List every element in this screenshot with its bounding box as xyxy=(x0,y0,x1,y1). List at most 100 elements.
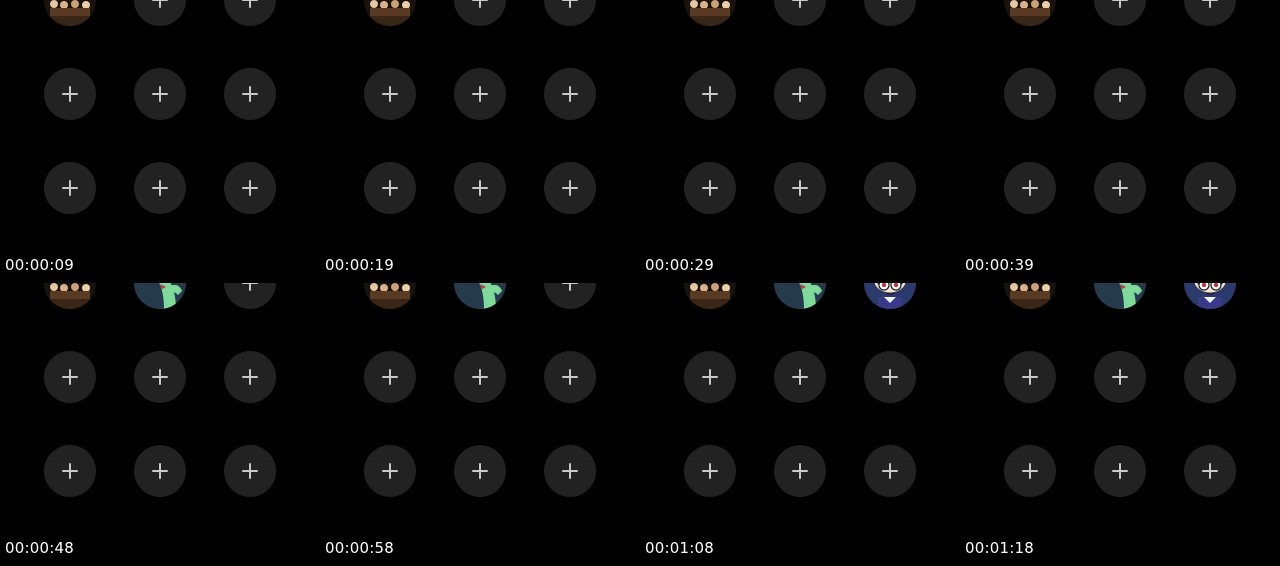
plus-icon xyxy=(1021,462,1039,480)
add-slot-button[interactable] xyxy=(774,351,826,403)
frog-avatar-image xyxy=(134,283,186,309)
add-slot-button[interactable] xyxy=(774,68,826,120)
frog-avatar[interactable] xyxy=(774,283,826,309)
add-slot-button[interactable] xyxy=(864,162,916,214)
add-slot-button[interactable] xyxy=(864,68,916,120)
add-slot-button[interactable] xyxy=(454,351,506,403)
add-slot-button[interactable] xyxy=(224,0,276,26)
party-avatar-image xyxy=(684,283,736,309)
add-slot-button[interactable] xyxy=(44,162,96,214)
plus-icon xyxy=(1201,179,1219,197)
add-slot-button[interactable] xyxy=(544,445,596,497)
add-slot-button[interactable] xyxy=(454,162,506,214)
add-slot-button[interactable] xyxy=(544,351,596,403)
plus-icon xyxy=(561,179,579,197)
add-slot-button[interactable] xyxy=(774,162,826,214)
add-slot-button[interactable] xyxy=(774,0,826,26)
add-slot-button[interactable] xyxy=(1004,162,1056,214)
add-slot-button[interactable] xyxy=(684,351,736,403)
party-avatar-image xyxy=(684,0,736,26)
add-slot-button[interactable] xyxy=(544,0,596,26)
party-avatar-image xyxy=(364,0,416,26)
plus-icon xyxy=(61,368,79,386)
party-avatar[interactable] xyxy=(684,0,736,26)
plus-icon xyxy=(151,368,169,386)
timestamp-label: 00:00:19 xyxy=(325,256,394,274)
add-slot-button[interactable] xyxy=(224,68,276,120)
add-slot-button[interactable] xyxy=(864,0,916,26)
add-slot-button[interactable] xyxy=(864,351,916,403)
add-slot-button[interactable] xyxy=(1184,68,1236,120)
add-slot-button[interactable] xyxy=(44,351,96,403)
plus-icon xyxy=(241,0,259,9)
party-avatar[interactable] xyxy=(44,283,96,309)
add-slot-button[interactable] xyxy=(1004,351,1056,403)
anime-avatar[interactable] xyxy=(1184,283,1236,309)
add-slot-button[interactable] xyxy=(454,445,506,497)
plus-icon xyxy=(701,179,719,197)
add-slot-button[interactable] xyxy=(224,351,276,403)
add-slot-button[interactable] xyxy=(1094,445,1146,497)
party-avatar-image xyxy=(44,0,96,26)
plus-icon xyxy=(241,283,259,292)
frog-avatar[interactable] xyxy=(454,283,506,309)
party-avatar[interactable] xyxy=(364,283,416,309)
add-slot-button[interactable] xyxy=(544,283,596,309)
plus-icon xyxy=(241,85,259,103)
add-slot-button[interactable] xyxy=(684,68,736,120)
plus-icon xyxy=(561,283,579,292)
add-slot-button[interactable] xyxy=(1094,68,1146,120)
add-slot-button[interactable] xyxy=(364,351,416,403)
add-slot-button[interactable] xyxy=(134,68,186,120)
add-slot-button[interactable] xyxy=(364,68,416,120)
add-slot-button[interactable] xyxy=(544,162,596,214)
party-avatar[interactable] xyxy=(364,0,416,26)
add-slot-button[interactable] xyxy=(684,162,736,214)
add-slot-button[interactable] xyxy=(1184,162,1236,214)
add-slot-button[interactable] xyxy=(364,162,416,214)
add-slot-button[interactable] xyxy=(224,162,276,214)
frog-avatar-image xyxy=(774,283,826,309)
add-slot-button[interactable] xyxy=(454,68,506,120)
add-slot-button[interactable] xyxy=(1184,0,1236,26)
frog-avatar[interactable] xyxy=(1094,283,1146,309)
timestamp-label: 00:01:18 xyxy=(965,539,1034,557)
add-slot-button[interactable] xyxy=(134,162,186,214)
plus-icon xyxy=(381,179,399,197)
plus-icon xyxy=(561,462,579,480)
anime-avatar[interactable] xyxy=(864,283,916,309)
party-avatar[interactable] xyxy=(44,0,96,26)
party-avatar[interactable] xyxy=(684,283,736,309)
add-slot-button[interactable] xyxy=(544,68,596,120)
frame-panel: 00:00:09 xyxy=(0,0,320,283)
add-slot-button[interactable] xyxy=(44,68,96,120)
add-slot-button[interactable] xyxy=(1094,162,1146,214)
plus-icon xyxy=(241,462,259,480)
party-avatar-image xyxy=(364,283,416,309)
add-slot-button[interactable] xyxy=(44,445,96,497)
party-avatar[interactable] xyxy=(1004,0,1056,26)
add-slot-button[interactable] xyxy=(1004,68,1056,120)
add-slot-button[interactable] xyxy=(454,0,506,26)
add-slot-button[interactable] xyxy=(864,445,916,497)
add-slot-button[interactable] xyxy=(1004,445,1056,497)
add-slot-button[interactable] xyxy=(1094,0,1146,26)
plus-icon xyxy=(1201,85,1219,103)
add-slot-button[interactable] xyxy=(364,445,416,497)
add-slot-button[interactable] xyxy=(1184,445,1236,497)
party-avatar-image xyxy=(1004,0,1056,26)
timestamp-label: 00:00:29 xyxy=(645,256,714,274)
add-slot-button[interactable] xyxy=(774,445,826,497)
add-slot-button[interactable] xyxy=(134,0,186,26)
add-slot-button[interactable] xyxy=(134,445,186,497)
add-slot-button[interactable] xyxy=(224,445,276,497)
add-slot-button[interactable] xyxy=(1184,351,1236,403)
add-slot-button[interactable] xyxy=(134,351,186,403)
add-slot-button[interactable] xyxy=(224,283,276,309)
party-avatar[interactable] xyxy=(1004,283,1056,309)
add-slot-button[interactable] xyxy=(1094,351,1146,403)
plus-icon xyxy=(151,179,169,197)
plus-icon xyxy=(1111,179,1129,197)
add-slot-button[interactable] xyxy=(684,445,736,497)
frog-avatar[interactable] xyxy=(134,283,186,309)
